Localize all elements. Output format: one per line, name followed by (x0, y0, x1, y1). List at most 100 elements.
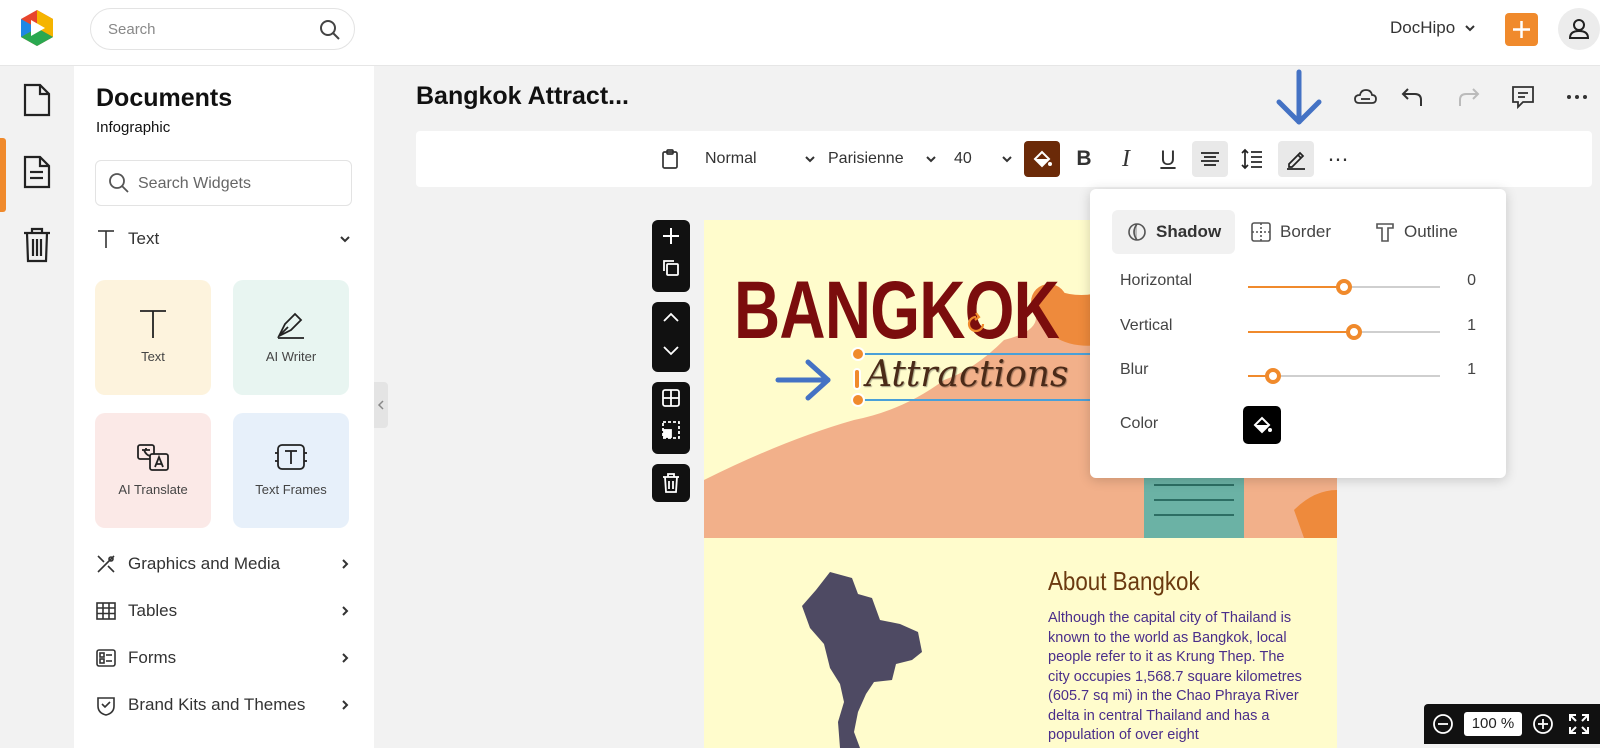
tile-text-frames[interactable]: Text Frames (233, 413, 349, 528)
line-spacing-button[interactable] (1234, 141, 1270, 177)
add-element-button[interactable] (652, 220, 690, 252)
duplicate-button[interactable] (652, 252, 690, 284)
horizontal-slider[interactable] (1248, 279, 1440, 295)
shadow-color-picker[interactable] (1243, 406, 1281, 444)
delete-element-button[interactable] (652, 464, 690, 502)
send-backward-button[interactable] (652, 334, 690, 366)
paint-bucket-icon (1253, 416, 1272, 434)
create-new-button[interactable] (1505, 13, 1538, 46)
tile-ai-writer[interactable]: AI Writer (233, 280, 349, 395)
global-search[interactable]: Search (90, 8, 355, 50)
duplicate-icon (663, 260, 679, 276)
tile-label: Text (141, 349, 165, 364)
user-avatar-button[interactable] (1558, 8, 1600, 50)
clipboard-icon[interactable] (652, 141, 688, 177)
section-tables[interactable]: Tables (95, 596, 352, 626)
text-icon (95, 228, 117, 250)
about-title[interactable]: About Bangkok (1048, 566, 1200, 597)
panel-collapse-toggle[interactable] (374, 382, 388, 428)
font-size-value: 40 (954, 150, 972, 167)
slider-knob[interactable] (1345, 324, 1362, 340)
document-icon (23, 83, 51, 117)
rail-documents[interactable] (0, 66, 74, 138)
rail-templates[interactable] (0, 138, 74, 210)
text-icon (140, 310, 166, 338)
bring-forward-button[interactable] (652, 302, 690, 334)
text-color-button[interactable] (1024, 141, 1060, 177)
grid-button[interactable] (652, 382, 690, 414)
blur-slider[interactable] (1248, 368, 1440, 384)
chevron-down-icon (338, 232, 352, 246)
resize-handle-bottom[interactable] (851, 393, 865, 407)
comment-icon[interactable] (1510, 84, 1536, 110)
panel-subtitle: Infographic (96, 119, 171, 136)
zoom-in-icon[interactable] (1532, 713, 1554, 735)
section-text[interactable]: Text (95, 224, 352, 254)
search-icon (109, 173, 129, 193)
widgets-panel: Documents Infographic Search Widgets Tex… (74, 66, 374, 748)
delete-tool (652, 464, 690, 502)
chevron-left-icon (377, 400, 384, 410)
slider-knob[interactable] (1264, 368, 1281, 384)
section-text-label: Text (128, 229, 160, 248)
zoom-controls: 100 % (1424, 704, 1600, 744)
outline-text-icon (1376, 223, 1394, 242)
account-switcher[interactable]: DocHipo (1390, 18, 1477, 38)
chevron-down-icon (663, 346, 679, 356)
dochipo-logo-icon[interactable] (18, 8, 56, 48)
widget-search-input[interactable]: Search Widgets (95, 160, 352, 206)
tab-border[interactable]: Border (1236, 210, 1345, 254)
paragraph-style-dropdown[interactable]: Normal (705, 131, 817, 187)
slider-fill (1248, 286, 1344, 288)
cloud-save-icon[interactable] (1352, 84, 1378, 110)
chevron-down-icon (1002, 156, 1012, 163)
subtitle-attractions[interactable]: Attractions (866, 354, 1068, 395)
horizontal-value: 0 (1467, 272, 1476, 289)
tab-outline[interactable]: Outline (1360, 210, 1472, 254)
slider-knob[interactable] (1336, 279, 1352, 295)
annotation-arrow-down (1272, 68, 1326, 128)
zoom-out-icon[interactable] (1432, 713, 1454, 735)
about-paragraph[interactable]: Although the capital city of Thailand is… (1048, 609, 1310, 746)
font-family-value: Parisienne (828, 150, 904, 167)
vertical-slider[interactable] (1248, 324, 1440, 340)
document-title[interactable]: Bangkok Attract... (416, 82, 629, 111)
align-center-button[interactable] (1192, 141, 1228, 177)
line-spacing-icon (1241, 148, 1262, 170)
chevron-right-icon (338, 557, 352, 571)
select-area-button[interactable] (652, 414, 690, 446)
undo-icon[interactable] (1400, 84, 1426, 110)
search-icon[interactable] (318, 18, 342, 42)
plus-icon (663, 228, 679, 244)
rotate-icon[interactable] (964, 312, 988, 336)
zoom-level[interactable]: 100 % (1464, 712, 1522, 736)
underline-button[interactable]: U (1150, 141, 1186, 177)
font-size-dropdown[interactable]: 40 (954, 131, 1014, 187)
tile-text[interactable]: Text (95, 280, 211, 395)
resize-handle-left[interactable] (853, 368, 861, 390)
tile-ai-translate[interactable]: AI Translate (95, 413, 211, 528)
annotation-arrow-right (774, 358, 834, 402)
more-options-icon[interactable] (1564, 84, 1590, 110)
rail-trash[interactable] (0, 210, 74, 282)
redo-icon[interactable] (1455, 84, 1481, 110)
blur-label: Blur (1120, 361, 1149, 378)
toolbar-more-button[interactable]: ⋯ (1320, 141, 1356, 177)
fullscreen-icon[interactable] (1568, 713, 1590, 735)
font-family-dropdown[interactable]: Parisienne (828, 131, 938, 187)
resize-handle-top[interactable] (851, 347, 865, 361)
chevron-right-icon (338, 698, 352, 712)
grid-select-tools (652, 382, 690, 454)
chevron-down-icon (805, 156, 815, 163)
section-label: Graphics and Media (128, 554, 281, 573)
text-frame-icon (275, 444, 307, 470)
text-effects-button[interactable] (1278, 141, 1314, 177)
add-duplicate-tools (652, 220, 690, 292)
bold-button[interactable]: B (1066, 141, 1102, 177)
section-brand-kits[interactable]: Brand Kits and Themes (95, 690, 352, 720)
section-forms[interactable]: Forms (95, 643, 352, 673)
section-graphics-and-media[interactable]: Graphics and Media (95, 549, 352, 579)
title-bangkok[interactable]: BANGKOK (734, 264, 1060, 358)
tab-shadow[interactable]: Shadow (1112, 210, 1236, 254)
italic-button[interactable]: I (1108, 141, 1144, 177)
